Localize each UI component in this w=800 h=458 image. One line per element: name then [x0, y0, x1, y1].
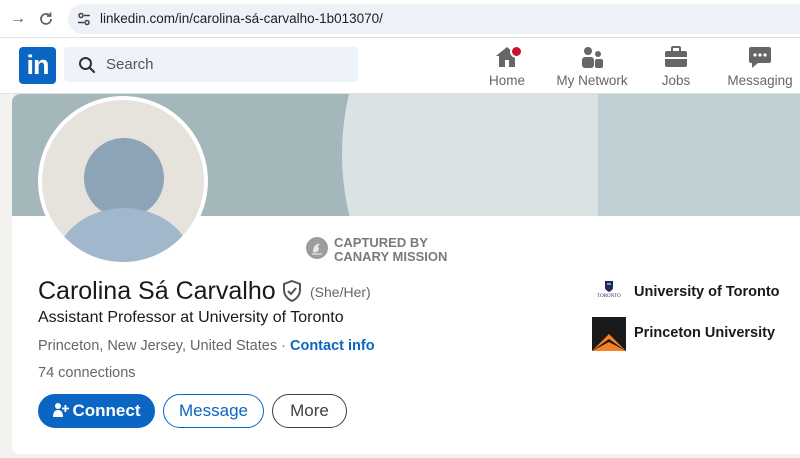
- profile-card: CAPTURED BY CANARY MISSION Carolina Sá C…: [12, 94, 800, 454]
- site-settings-icon[interactable]: [76, 11, 92, 27]
- search-input[interactable]: Search: [64, 47, 358, 82]
- university-of-toronto-logo: TORONTO: [592, 276, 626, 310]
- network-icon: [582, 47, 603, 68]
- connect-label: Connect: [72, 401, 141, 420]
- messaging-icon: [749, 47, 771, 68]
- watermark-line-2: CANARY MISSION: [334, 249, 448, 264]
- nav-my-network[interactable]: My Network: [553, 42, 631, 92]
- browser-toolbar: → linkedin.com/in/carolina-sá-carvalho-1…: [0, 0, 800, 38]
- nav-messaging[interactable]: Messaging: [726, 42, 794, 92]
- address-bar[interactable]: linkedin.com/in/carolina-sá-carvalho-1b0…: [68, 4, 800, 34]
- contact-info-link[interactable]: Contact info: [290, 338, 375, 354]
- location-separator: ·: [277, 338, 290, 354]
- profile-name: Carolina Sá Carvalho: [38, 277, 276, 305]
- briefcase-icon: [665, 46, 687, 67]
- nav-network-label: My Network: [556, 73, 628, 88]
- connections-count[interactable]: 74 connections: [38, 365, 136, 381]
- search-icon: [79, 57, 96, 74]
- education-name-princeton: Princeton University: [634, 325, 776, 341]
- canary-bird-icon: [306, 237, 328, 259]
- url-text[interactable]: linkedin.com/in/carolina-sá-carvalho-1b0…: [100, 11, 383, 26]
- forward-icon[interactable]: →: [8, 9, 28, 29]
- search-placeholder: Search: [106, 56, 154, 73]
- profile-location: Princeton, New Jersey, United States: [38, 338, 278, 354]
- nav-messaging-label: Messaging: [727, 73, 793, 88]
- profile-pronouns: (She/Her): [310, 284, 371, 300]
- message-button[interactable]: Message: [163, 394, 264, 428]
- watermark-line-1: CAPTURED BY: [334, 235, 428, 250]
- more-button[interactable]: More: [272, 394, 347, 428]
- notification-badge: [510, 45, 523, 58]
- education-name-toronto: University of Toronto: [634, 284, 780, 300]
- connect-button[interactable]: Connect: [38, 394, 155, 428]
- nav-jobs-label: Jobs: [661, 73, 691, 88]
- nav-jobs[interactable]: Jobs: [655, 42, 697, 92]
- linkedin-logo[interactable]: in: [19, 47, 56, 84]
- nav-home-label: Home: [488, 73, 525, 88]
- toronto-logo-text: TORONTO: [597, 294, 621, 299]
- reload-icon[interactable]: [36, 9, 56, 29]
- avatar[interactable]: [38, 96, 208, 266]
- add-person-icon: [52, 403, 69, 418]
- linkedin-header: in Search Home My Network Jobs Messaging: [0, 38, 800, 94]
- nav-home[interactable]: Home: [484, 42, 530, 92]
- princeton-university-logo: [592, 317, 626, 351]
- profile-location-row: Princeton, New Jersey, United States · C…: [38, 338, 375, 354]
- verified-shield-icon[interactable]: [282, 280, 302, 302]
- profile-headline: Assistant Professor at University of Tor…: [38, 309, 344, 326]
